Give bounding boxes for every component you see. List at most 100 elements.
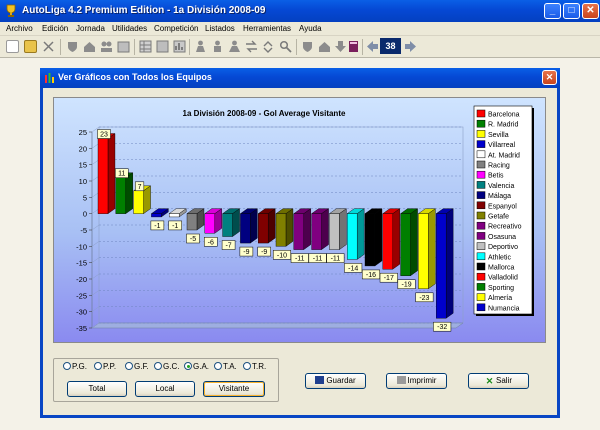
data-label: -9: [243, 249, 249, 256]
chart-icon[interactable]: [173, 40, 186, 53]
back-arrow-icon[interactable]: [366, 40, 379, 53]
team-icon[interactable]: [100, 40, 113, 53]
legend-swatch: [476, 201, 486, 210]
legend-swatch: [476, 119, 486, 128]
legend-swatch: [476, 303, 486, 312]
menu-jornada[interactable]: Jornada: [76, 24, 105, 33]
close-button[interactable]: ✕: [582, 3, 599, 19]
save-icon: [315, 376, 325, 384]
list-icon[interactable]: [156, 40, 169, 53]
bar-side: [428, 208, 436, 290]
radio-tr[interactable]: T.R.: [243, 362, 266, 371]
radio-dot[interactable]: [94, 362, 102, 370]
menu-bar: Archivo Edición Jornada Utilidades Compe…: [0, 22, 600, 36]
radio-label: G.C.: [163, 362, 180, 371]
swap-icon[interactable]: [262, 40, 275, 53]
radio-pp[interactable]: P.P.: [94, 362, 116, 371]
local-button[interactable]: Local: [135, 381, 195, 397]
radio-dot[interactable]: [154, 362, 162, 370]
guardar-button[interactable]: Guardar: [305, 373, 366, 389]
radio-dot[interactable]: [63, 362, 71, 370]
y-tick-label: -10: [76, 242, 87, 251]
menu-ayuda[interactable]: Ayuda: [299, 24, 322, 33]
calendar-icon[interactable]: [117, 40, 130, 53]
stadium-icon[interactable]: [318, 40, 331, 53]
radio-dot[interactable]: [214, 362, 222, 370]
data-label: -5: [190, 236, 196, 243]
radio-ta[interactable]: T.A.: [214, 362, 237, 371]
radio-dot[interactable]: [125, 362, 133, 370]
chart-panel: 1a División 2008-09 - Gol Average Visita…: [53, 97, 546, 343]
data-label: -6: [208, 239, 214, 246]
radio-pg[interactable]: P.G.: [63, 362, 87, 371]
forward-arrow-icon[interactable]: [404, 40, 417, 53]
menu-archivo[interactable]: Archivo: [6, 24, 33, 33]
legend-swatch: [476, 232, 486, 240]
legend-label: Betis: [488, 173, 504, 180]
legend-swatch: [476, 130, 486, 138]
menu-competicion[interactable]: Competición: [154, 24, 198, 33]
y-tick-label: -35: [76, 324, 87, 333]
transfer-icon[interactable]: [245, 40, 258, 53]
bar-side: [232, 208, 240, 237]
legend-swatch: [476, 272, 486, 281]
salir-button[interactable]: ✕ Salir: [468, 373, 529, 389]
radio-gf[interactable]: G.F.: [125, 362, 149, 371]
menu-listados[interactable]: Listados: [205, 24, 235, 33]
legend-label: Málaga: [488, 193, 511, 200]
y-tick-label: -15: [76, 259, 87, 268]
bar: [115, 177, 126, 214]
trophy-icon: [6, 4, 16, 17]
legend-label: Deportivo: [488, 244, 518, 251]
cut-icon[interactable]: [42, 40, 55, 53]
menu-herramientas[interactable]: Herramientas: [243, 24, 291, 33]
stats-icon[interactable]: [228, 40, 241, 53]
legend-label: Barcelona: [488, 112, 520, 119]
toolbar-separator: [362, 39, 363, 55]
y-tick-label: -20: [76, 275, 87, 284]
dialog-close-button[interactable]: ✕: [542, 70, 557, 85]
data-label: -11: [331, 256, 341, 263]
radio-gc[interactable]: G.C.: [154, 362, 179, 371]
total-button[interactable]: Total: [67, 381, 127, 397]
toolbar-separator: [60, 39, 61, 55]
bar-side: [285, 208, 294, 247]
y-tick-label: -5: [80, 226, 87, 235]
maximize-button[interactable]: □: [563, 3, 580, 19]
bar-side: [143, 185, 151, 215]
toolbar-separator: [189, 39, 190, 55]
book-icon[interactable]: [347, 40, 360, 53]
shield-icon[interactable]: [66, 40, 79, 53]
radio-label: G.F.: [134, 362, 149, 371]
legend-label: At. Madrid: [488, 152, 520, 159]
data-label: -10: [277, 252, 287, 259]
menu-edicion[interactable]: Edición: [42, 24, 68, 33]
dialog-title: Ver Gráficos con Todos los Equipos: [58, 72, 212, 82]
player-icon[interactable]: [194, 40, 207, 53]
imprimir-label: Imprimir: [407, 376, 437, 385]
radio-label: T.A.: [223, 362, 237, 371]
minimize-button[interactable]: _: [544, 3, 561, 19]
round-number[interactable]: 38: [380, 38, 401, 54]
badge-icon[interactable]: [301, 40, 314, 53]
table-icon[interactable]: [139, 40, 152, 53]
menu-utilidades[interactable]: Utilidades: [112, 24, 147, 33]
imprimir-button[interactable]: Imprimir: [386, 373, 447, 389]
radio-ga[interactable]: G.A.: [184, 362, 209, 371]
legend-label: Mallorca: [488, 265, 515, 272]
open-icon[interactable]: [24, 40, 37, 53]
referee-icon[interactable]: [211, 40, 224, 53]
legend-swatch: [476, 140, 486, 148]
legend-swatch: [476, 242, 486, 250]
home-icon[interactable]: [83, 40, 96, 53]
radio-dot[interactable]: [243, 362, 251, 370]
legend-label: Valladolid: [488, 275, 518, 282]
search-icon[interactable]: [279, 40, 292, 53]
toolbar-separator: [134, 39, 135, 55]
data-label: -11: [313, 256, 323, 263]
visitante-button[interactable]: Visitante: [203, 381, 265, 397]
bar-side: [125, 172, 133, 215]
radio-dot-selected[interactable]: [184, 362, 192, 370]
new-icon[interactable]: [6, 40, 19, 53]
down-arrow-icon[interactable]: [334, 40, 347, 53]
